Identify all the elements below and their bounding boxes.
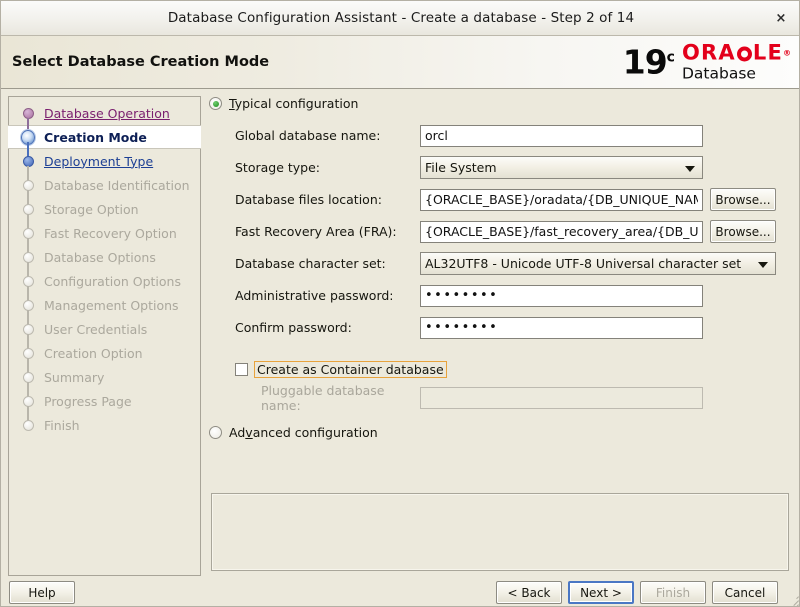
radio-advanced-label: Advanced configuration (229, 425, 378, 440)
browse-button-fast-recovery-area[interactable]: Browse... (710, 220, 776, 243)
sidebar-item-database-identification: Database Identification (9, 166, 200, 202)
typical-config-form: Global database name: Storage type: File… (209, 122, 795, 341)
fast-recovery-area-label: Fast Recovery Area (FRA): (235, 224, 397, 239)
sidebar-item-label: Management Options (44, 297, 179, 313)
sidebar-item-label: Creation Option (44, 345, 143, 361)
step-node-icon (21, 406, 35, 432)
database-character-set-value: AL32UTF8 - Unicode UTF-8 Universal chara… (425, 256, 742, 271)
sidebar-item-label: Fast Recovery Option (44, 225, 177, 241)
checkbox-row-container-database[interactable]: Create as Container database (209, 361, 795, 378)
help-button[interactable]: Help (9, 581, 75, 604)
radio-advanced-icon (209, 426, 222, 439)
radio-typical-label: TTypical configurationypical configurati… (229, 96, 359, 111)
wizard-steps-sidebar: Database Operation Creation Mode Deploym… (8, 96, 201, 576)
fast-recovery-area-input[interactable] (420, 220, 703, 243)
sidebar-item-label: Database Operation (44, 105, 170, 121)
chevron-down-icon (758, 261, 768, 268)
sidebar-item-user-credentials: User Credentials (9, 310, 200, 346)
header-banner: Select Database Creation Mode 19c ORA LE ®… (1, 36, 799, 89)
title-bar: Database Configuration Assistant - Creat… (1, 1, 799, 36)
sidebar-item-label: Creation Mode (44, 129, 147, 145)
window-title: Database Configuration Assistant - Creat… (167, 10, 635, 26)
sidebar-item-finish: Finish (9, 406, 200, 437)
sidebar-item-creation-mode[interactable]: Creation Mode (8, 118, 201, 154)
global-database-name-label: Global database name: (235, 128, 381, 143)
field-row-confirm-password: Confirm password: •••••••• (235, 314, 795, 341)
sidebar-item-summary: Summary (9, 358, 200, 394)
cancel-button[interactable]: Cancel (712, 581, 778, 604)
sidebar-item-creation-option: Creation Option (9, 334, 200, 370)
pluggable-database-name-input (420, 386, 703, 409)
sidebar-item-management-options: Management Options (9, 286, 200, 322)
field-row-pluggable-database-name: Pluggable database name: (209, 382, 795, 413)
oracle-logo: 19c ORA LE ® Database (622, 40, 791, 83)
field-row-administrative-password: Administrative password: •••••••• (235, 282, 795, 309)
cancel-button-label: Cancel (724, 585, 766, 600)
sidebar-item-progress-page: Progress Page (9, 382, 200, 418)
close-icon[interactable]: × (770, 7, 792, 29)
pluggable-database-name-label: Pluggable database name: (261, 382, 385, 413)
footer-button-bar: Help < Back Next > Finish Cancel (1, 578, 799, 606)
confirm-password-label: Confirm password: (235, 320, 352, 335)
finish-button-label: Finish (655, 585, 691, 600)
sidebar-item-deployment-type[interactable]: Deployment Type (9, 142, 200, 178)
sidebar-item-label: Database Identification (44, 177, 190, 193)
sidebar-item-label: Deployment Type (44, 153, 154, 169)
next-button-label: Next > (580, 585, 622, 600)
storage-type-select[interactable]: File System (420, 156, 703, 179)
dbca-window: Database Configuration Assistant - Creat… (0, 0, 800, 607)
field-row-storage-type: Storage type: File System (235, 154, 795, 181)
sidebar-item-configuration-options: Configuration Options (9, 262, 200, 298)
administrative-password-input[interactable]: •••••••• (420, 284, 703, 307)
chevron-down-icon (685, 165, 695, 172)
finish-button: Finish (640, 581, 706, 604)
database-files-location-input[interactable] (420, 188, 703, 211)
global-database-name-input[interactable] (420, 124, 703, 147)
storage-type-value: File System (425, 160, 497, 175)
create-container-database-checkbox[interactable] (235, 363, 248, 376)
sidebar-item-label: Finish (44, 417, 80, 433)
sidebar-item-label: Progress Page (44, 393, 132, 409)
oracle-wordmark: ORA LE ® (681, 40, 791, 65)
message-panel (211, 493, 789, 571)
sidebar-item-label: Configuration Options (44, 273, 181, 289)
database-character-set-label: Database character set: (235, 256, 386, 271)
field-row-database-files-location: Database files location: Browse... (235, 186, 795, 213)
sidebar-item-storage-option: Storage Option (9, 190, 200, 226)
field-row-fast-recovery-area: Fast Recovery Area (FRA): Browse... (235, 218, 795, 245)
storage-type-label: Storage type: (235, 160, 321, 175)
sidebar-item-label: User Credentials (44, 321, 148, 337)
next-button[interactable]: Next > (568, 581, 634, 604)
sidebar-item-label: Database Options (44, 249, 156, 265)
database-files-location-label: Database files location: (235, 192, 382, 207)
sidebar-item-database-options: Database Options (9, 238, 200, 274)
sidebar-item-database-operation[interactable]: Database Operation (9, 101, 200, 131)
main-content: TTypical configurationypical configurati… (209, 96, 795, 576)
radio-advanced-configuration[interactable]: Advanced configuration (209, 425, 795, 440)
sidebar-item-label: Storage Option (44, 201, 139, 217)
product-name: Database (681, 64, 756, 83)
administrative-password-label: Administrative password: (235, 288, 394, 303)
oracle-c-icon (736, 46, 752, 62)
version-number: 19c (622, 42, 675, 82)
browse-button-database-files[interactable]: Browse... (710, 188, 776, 211)
resize-grip[interactable] (786, 594, 799, 606)
page-title: Select Database Creation Mode (12, 54, 270, 70)
radio-typical-icon (209, 97, 222, 110)
confirm-password-input[interactable]: •••••••• (420, 316, 703, 339)
database-character-set-select[interactable]: AL32UTF8 - Unicode UTF-8 Universal chara… (420, 252, 776, 275)
create-container-database-label: Create as Container database (254, 361, 447, 378)
help-button-label: Help (28, 585, 56, 600)
field-row-database-character-set: Database character set: AL32UTF8 - Unico… (235, 250, 795, 277)
back-button-label: < Back (507, 585, 551, 600)
back-button[interactable]: < Back (496, 581, 562, 604)
radio-typical-configuration[interactable]: TTypical configurationypical configurati… (209, 96, 795, 111)
sidebar-item-fast-recovery-option: Fast Recovery Option (9, 214, 200, 250)
field-row-global-database-name: Global database name: (235, 122, 795, 149)
sidebar-item-label: Summary (44, 369, 105, 385)
